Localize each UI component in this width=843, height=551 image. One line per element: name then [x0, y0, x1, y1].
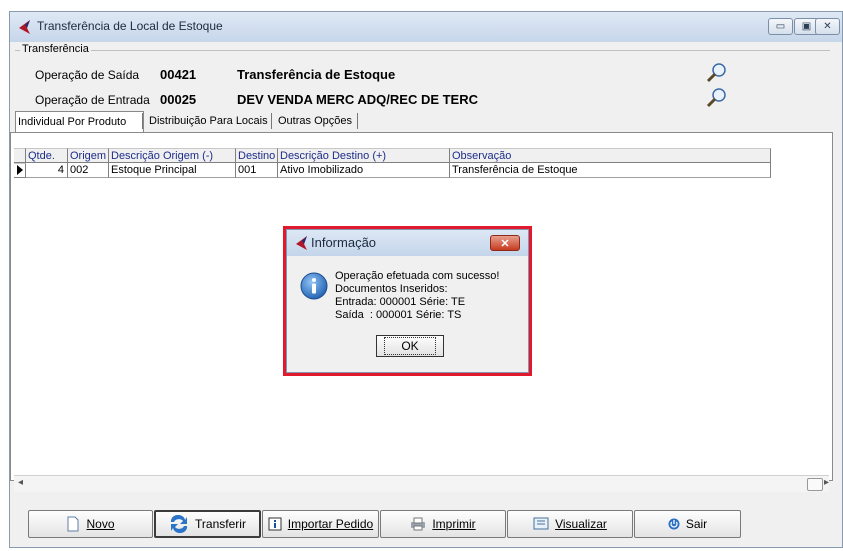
printer-icon [411, 517, 426, 531]
dialog-app-logo-icon [296, 236, 307, 250]
cell-observacao[interactable]: Transferência de Estoque [450, 163, 771, 178]
column-header-descricao-destino[interactable]: Descrição Destino (+) [278, 148, 450, 163]
transferir-button[interactable]: Transferir [154, 510, 261, 538]
dialog-title: Informação [311, 235, 377, 250]
saida-description: Transferência de Estoque [237, 67, 396, 82]
imprimir-label: Imprimir [432, 517, 476, 531]
exit-power-icon [668, 518, 680, 530]
message-line: Operação efetuada com sucesso! [335, 270, 500, 282]
information-icon [300, 272, 328, 300]
import-info-icon [268, 517, 282, 531]
new-document-icon [67, 516, 79, 532]
importar-pedido-button[interactable]: Importar Pedido [262, 510, 379, 538]
cell-qtde[interactable]: 4 [26, 163, 68, 178]
novo-button[interactable]: Novo [28, 510, 153, 538]
current-row-arrow-icon [17, 165, 23, 175]
visualizar-button[interactable]: Visualizar [507, 510, 633, 538]
message-line: Documentos Inseridos: [335, 283, 448, 295]
message-line: Entrada: 000001 Série: TE [335, 296, 466, 308]
entrada-lookup-icon[interactable] [705, 87, 729, 109]
column-header-origem[interactable]: Origem [68, 148, 109, 163]
transfer-arrows-icon [171, 515, 188, 533]
ok-label: OK [384, 337, 436, 355]
column-header-observacao[interactable]: Observação [450, 148, 771, 163]
preview-icon [533, 517, 549, 530]
column-header-destino[interactable]: Destino [236, 148, 278, 163]
entrada-label: Operação de Entrada [35, 93, 150, 107]
importar-pedido-label: Importar Pedido [287, 517, 374, 531]
column-header-descricao-origem[interactable]: Descrição Origem (-) [109, 148, 236, 163]
ok-button[interactable]: OK [376, 335, 444, 357]
cell-descricao-destino[interactable]: Ativo Imobilizado [278, 163, 450, 178]
entrada-description: DEV VENDA MERC ADQ/REC DE TERC [237, 92, 479, 107]
tab-separator [357, 113, 358, 129]
row-indicator [14, 163, 26, 178]
novo-label: Novo [86, 517, 115, 531]
transferir-label: Transferir [195, 517, 246, 531]
tab-separator [142, 113, 143, 129]
minimize-button[interactable]: ▭ [768, 18, 793, 35]
column-header-qtde[interactable]: Qtde. [26, 148, 68, 163]
imprimir-button[interactable]: Imprimir [380, 510, 506, 538]
saida-lookup-icon[interactable] [705, 62, 729, 84]
cell-descricao-origem[interactable]: Estoque Principal [109, 163, 236, 178]
tab-individual-por-produto[interactable]: Individual Por Produto [15, 111, 144, 132]
tab-outras-opcoes[interactable]: Outras Opções [276, 111, 360, 131]
saida-label: Operação de Saída [35, 68, 140, 82]
cell-origem[interactable]: 002 [68, 163, 109, 178]
transfer-group-label: Transferência [20, 43, 91, 55]
window-title: Transferência de Local de Estoque [37, 19, 223, 33]
saida-code: 00421 [160, 67, 197, 82]
grid-corner [14, 148, 26, 163]
dialog-message: Operação efetuada com sucesso! Documento… [335, 270, 499, 322]
sair-label: Sair [685, 517, 708, 531]
bottom-toolbar: Novo Transferir Importar Pedido Imprimir… [13, 484, 831, 538]
dialog-close-button[interactable]: ✕ [490, 235, 520, 251]
entrada-code: 00025 [160, 92, 197, 107]
visualizar-label: Visualizar [555, 517, 607, 531]
message-line: Saída : 000001 Série: TS [335, 309, 462, 321]
sair-button[interactable]: Sair [634, 510, 741, 538]
tab-separator [271, 113, 272, 129]
cell-destino[interactable]: 001 [236, 163, 278, 178]
close-window-button[interactable]: ✕ [815, 18, 840, 35]
tab-distribuicao-para-locais[interactable]: Distribuição Para Locais [147, 111, 271, 131]
info-dialog: Informação ✕ Operação efetuada com suces… [286, 229, 529, 373]
title-bar[interactable]: Transferência de Local de Estoque ▭ ▣ ✕ [10, 12, 842, 42]
app-logo-icon [19, 20, 30, 34]
dialog-title-bar[interactable]: Informação ✕ [287, 230, 528, 256]
